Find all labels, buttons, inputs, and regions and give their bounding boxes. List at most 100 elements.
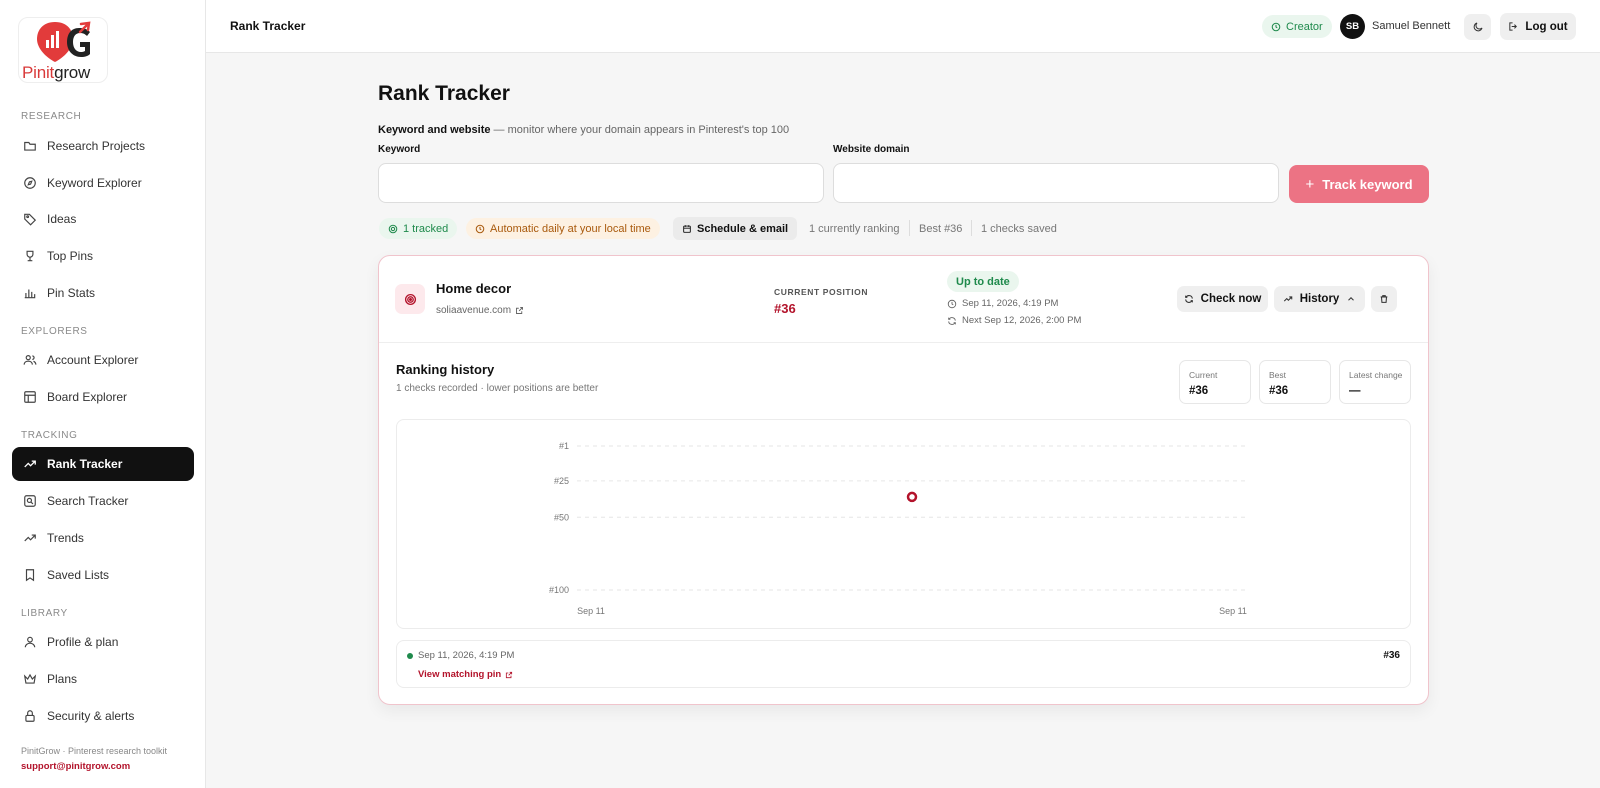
ranking-history-chart: #1 #25 #50 #100 Sep 11 Sep 11 <box>396 419 1411 629</box>
history-row-date: Sep 11, 2026, 4:19 PM <box>418 650 515 661</box>
sidebar-item-research-projects[interactable]: Research Projects <box>12 129 194 163</box>
sidebar-footer: PinitGrow · Pinterest research toolkit <box>21 746 168 756</box>
sidebar-item-search-tracker[interactable]: Search Tracker <box>12 484 194 518</box>
y-tick-label: #25 <box>554 476 569 486</box>
keyword-input[interactable] <box>378 163 824 203</box>
user-icon <box>24 636 36 648</box>
trending-up-icon <box>1283 296 1292 302</box>
history-row: Sep 11, 2026, 4:19 PM View matching pin … <box>396 640 1411 688</box>
refresh-icon <box>948 316 956 325</box>
logout-button[interactable]: Log out <box>1500 13 1576 40</box>
section-label-tracking: TRACKING <box>21 430 78 441</box>
view-matching-pin-link[interactable]: View matching pin <box>418 669 513 680</box>
external-link-icon <box>506 671 513 678</box>
next-check: Next Sep 12, 2026, 2:00 PM <box>947 315 1081 326</box>
clock-icon <box>947 299 957 308</box>
current-stat-card: Current #36 <box>1179 360 1251 404</box>
section-label-library: LIBRARY <box>21 608 68 619</box>
calendar-icon <box>683 224 691 233</box>
crown-icon <box>23 673 37 684</box>
sidebar-item-label: Keyword Explorer <box>47 176 142 190</box>
sidebar-item-top-pins[interactable]: Top Pins <box>12 239 194 273</box>
history-toggle-button[interactable]: History <box>1274 286 1365 312</box>
sidebar-item-plans[interactable]: Plans <box>12 662 194 696</box>
sidebar-item-profile-plan[interactable]: Profile & plan <box>12 625 194 659</box>
avatar[interactable]: SB <box>1340 14 1365 39</box>
last-checked: Sep 11, 2026, 4:19 PM <box>947 298 1058 309</box>
plus-icon: + <box>1305 175 1315 193</box>
stat-value: #36 <box>1269 385 1289 397</box>
sidebar-item-label: Trends <box>47 531 84 545</box>
sidebar-item-label: Top Pins <box>47 249 94 263</box>
sidebar-item-keyword-explorer[interactable]: Keyword Explorer <box>12 166 194 200</box>
refresh-icon <box>1184 295 1193 303</box>
tracked-count-badge: 1 tracked <box>379 218 458 239</box>
bookmark-icon <box>25 569 35 582</box>
sidebar-item-trends[interactable]: Trends <box>12 521 194 555</box>
sidebar-item-label: Search Tracker <box>47 494 129 508</box>
section-label-explorers: EXPLORERS <box>21 326 88 337</box>
schedule-badge: Automatic daily at your local time <box>466 218 660 239</box>
keyword-label: Keyword <box>378 144 421 155</box>
sidebar-item-saved-lists[interactable]: Saved Lists <box>12 558 194 592</box>
latest-change-stat-card: Latest change — <box>1339 360 1411 404</box>
plan-badge[interactable]: Creator <box>1262 15 1332 38</box>
trending-up-icon <box>24 460 36 468</box>
external-link-icon <box>516 307 524 314</box>
track-keyword-button[interactable]: + Track keyword <box>1289 165 1429 203</box>
delete-button[interactable] <box>1371 286 1397 312</box>
search-square-icon <box>24 495 36 507</box>
sidebar-item-label: Plans <box>47 672 78 686</box>
sidebar-item-security-alerts[interactable]: Security & alerts <box>12 699 194 733</box>
theme-toggle-button[interactable] <box>1464 14 1491 40</box>
divider <box>379 342 1428 343</box>
lock-icon <box>25 710 35 722</box>
section-label-research: RESEARCH <box>21 111 82 122</box>
trash-icon <box>1380 295 1388 303</box>
logo[interactable]: Pinitgrow <box>18 17 108 83</box>
keyword-domain-link[interactable]: soliaavenue.com <box>436 305 524 316</box>
keyword-icon <box>395 284 425 314</box>
track-keyword-label: Track keyword <box>1322 176 1413 192</box>
logo-text: Pinitgrow <box>22 63 91 82</box>
chevron-up-icon <box>1348 297 1355 301</box>
domain-label: Website domain <box>833 144 910 155</box>
sidebar-item-rank-tracker[interactable]: Rank Tracker <box>12 447 194 481</box>
checks-saved: 1 checks saved <box>981 223 1057 235</box>
stat-value: #36 <box>1189 385 1209 397</box>
sidebar-item-label: Rank Tracker <box>47 457 123 471</box>
chart-svg: #1 #25 #50 #100 Sep 11 Sep 11 <box>549 441 1247 616</box>
trending-up-icon <box>24 534 36 542</box>
sidebar-item-label: Board Explorer <box>47 390 128 404</box>
sidebar-item-ideas[interactable]: Ideas <box>12 202 194 236</box>
form-desc-text: — monitor where your domain appears in P… <box>490 124 790 136</box>
topbar: Rank Tracker Creator SB Samuel Bennett L… <box>206 0 1600 53</box>
sidebar-item-label: Account Explorer <box>47 353 139 367</box>
bar-chart-icon <box>24 289 36 299</box>
current-position-value: #36 <box>774 301 796 316</box>
status-dot <box>407 653 413 659</box>
users-icon <box>23 355 37 365</box>
sidebar-item-label: Saved Lists <box>47 568 110 582</box>
logout-icon <box>1509 22 1518 31</box>
sidebar-item-board-explorer[interactable]: Board Explorer <box>12 380 194 414</box>
view-matching-pin-label: View matching pin <box>418 669 502 680</box>
best-stat-card: Best #36 <box>1259 360 1331 404</box>
schedule-email-label: Schedule & email <box>697 222 789 235</box>
sidebar-item-account-explorer[interactable]: Account Explorer <box>12 343 194 377</box>
username: Samuel Bennett <box>1372 20 1451 32</box>
page-title: Rank Tracker <box>378 82 510 105</box>
data-point[interactable] <box>906 491 918 503</box>
tag-icon <box>24 213 37 226</box>
ranking-history-title: Ranking history <box>396 362 495 377</box>
schedule-email-button[interactable]: Schedule & email <box>673 217 798 240</box>
domain-input[interactable] <box>833 163 1279 203</box>
status-badge: Up to date <box>947 271 1019 292</box>
check-now-button[interactable]: Check now <box>1177 286 1268 312</box>
ranking-count: 1 currently ranking <box>809 223 900 235</box>
sidebar-item-pin-stats[interactable]: Pin Stats <box>12 276 194 310</box>
sidebar-item-label: Ideas <box>47 212 77 226</box>
clock-icon <box>475 224 485 233</box>
support-email-link[interactable]: support@pinitgrow.com <box>21 761 130 772</box>
y-tick-label: #50 <box>554 512 569 522</box>
